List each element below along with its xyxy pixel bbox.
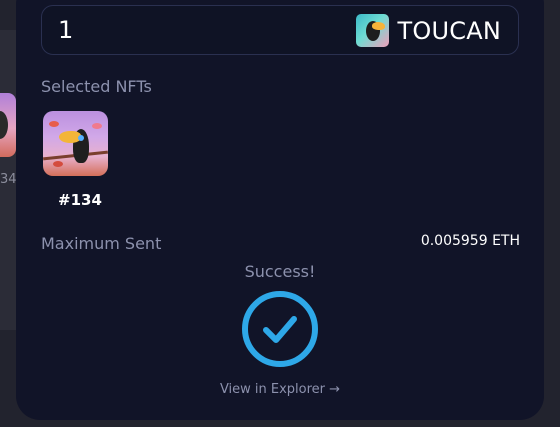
nft-leaf [53,161,63,167]
nft-id-label: #134 [58,191,102,209]
token-selector[interactable]: TOUCAN [355,14,501,47]
nft-leaf [92,123,102,129]
background-nft-label: 34 [0,172,17,187]
maximum-sent-value: 0.005959 ETH [420,233,520,249]
view-in-explorer-link[interactable]: View in Explorer → [0,382,560,397]
checkmark-icon [263,316,297,343]
amount-field[interactable]: 1 TOUCAN [41,5,519,55]
toucan-token-icon [355,14,389,47]
background-nft-thumbnail [0,93,16,157]
selected-nfts-label: Selected NFTs [41,77,152,96]
maximum-sent-label: Maximum Sent [41,234,162,253]
nft-leaf [49,121,59,127]
amount-value: 1 [58,16,74,44]
token-symbol: TOUCAN [397,16,501,45]
check-circle-icon [242,291,318,367]
success-status-text: Success! [244,262,316,281]
toucan-eye [78,135,84,141]
nft-card[interactable] [43,111,108,176]
